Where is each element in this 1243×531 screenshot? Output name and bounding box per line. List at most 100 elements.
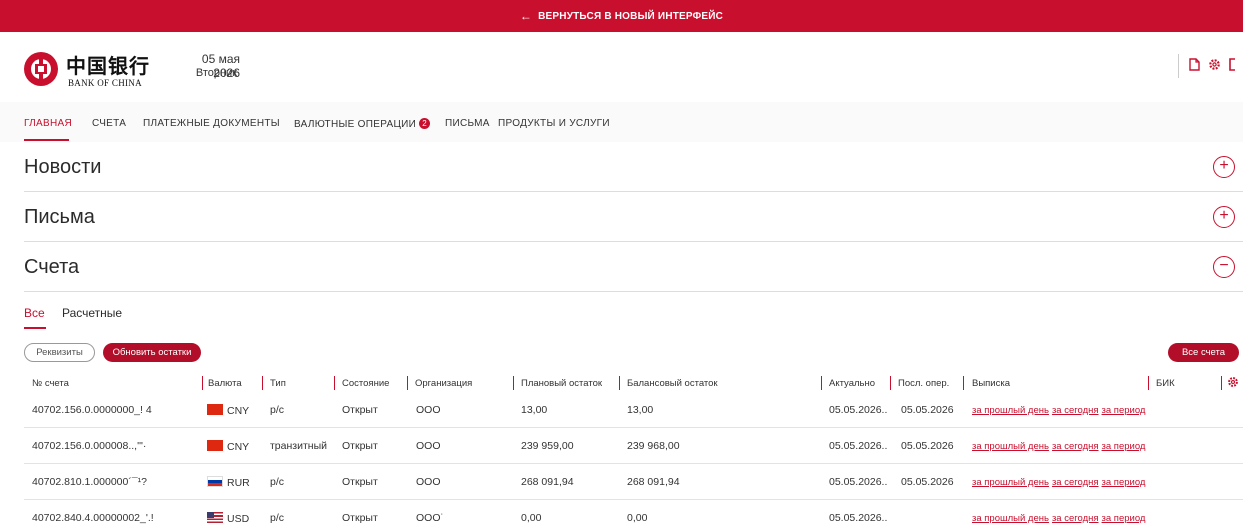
statement-prev-day-link[interactable]: за прошлый день — [972, 405, 1049, 416]
account-number[interactable]: 40702.156.0.000008..,'"· — [32, 440, 146, 452]
collapse-minus-icon[interactable]: − — [1213, 256, 1235, 278]
table-row[interactable]: 40702.810.1.000000´¯¹? RUR р/с Открыт ОО… — [24, 464, 1243, 500]
col-last-operation[interactable]: Посл. опер. — [898, 378, 949, 389]
statement-period-link[interactable]: за период — [1102, 477, 1146, 488]
statement-prev-day-link[interactable]: за прошлый день — [972, 513, 1049, 524]
account-number[interactable]: 40702.840.4.00000002_'.! — [32, 512, 154, 524]
gear-icon[interactable] — [1208, 58, 1221, 74]
currency-cell: CNY — [207, 404, 249, 417]
tab-settlement[interactable]: Расчетные — [62, 306, 122, 320]
status-cell: Открыт — [342, 440, 378, 452]
col-organization[interactable]: Организация — [415, 378, 472, 389]
china-flag-icon — [207, 404, 223, 415]
nav-item-letters[interactable]: ПИСЬМА — [445, 118, 490, 129]
back-to-new-interface-label: ВЕРНУТЬСЯ В НОВЫЙ ИНТЕРФЕЙС — [538, 10, 724, 22]
section-letters[interactable]: Письма + — [24, 192, 1243, 242]
account-number[interactable]: 40702.810.1.000000´¯¹? — [32, 476, 147, 488]
col-statement[interactable]: Выписка — [972, 378, 1010, 389]
expand-plus-icon[interactable]: + — [1213, 206, 1235, 228]
status-cell: Открыт — [342, 404, 378, 416]
statement-today-link[interactable]: за сегодня — [1052, 477, 1099, 488]
type-cell: р/с — [270, 512, 285, 524]
actual-date-cell: 05.05.2026.. — [829, 404, 888, 416]
statement-period-link[interactable]: за период — [1102, 441, 1146, 452]
table-settings-gear-icon[interactable] — [1227, 376, 1239, 391]
nav-item-products-services[interactable]: ПРОДУКТЫ И УСЛУГИ — [498, 118, 610, 129]
organization-cell: ООО˙ — [416, 512, 444, 524]
col-status[interactable]: Состояние — [342, 378, 389, 389]
planned-balance-cell: 239 959,00 — [521, 440, 574, 452]
nav-item-currency-operations[interactable]: ВАЛЮТНЫЕ ОПЕРАЦИИ 2 — [294, 118, 431, 130]
expand-plus-icon[interactable]: + — [1213, 156, 1235, 178]
nav-item-accounts[interactable]: СЧЕТА — [92, 118, 126, 129]
last-operation-cell: 05.05.2026 — [901, 476, 954, 488]
col-account-number[interactable]: № счета — [32, 378, 69, 389]
col-currency[interactable]: Валюта — [208, 378, 242, 389]
book-balance-cell: 268 091,94 — [627, 476, 680, 488]
col-bik[interactable]: БИК — [1156, 378, 1175, 389]
active-nav-underline — [24, 139, 69, 141]
header: 中国银行 BANK OF CHINA 05 мая 2026 Вторник — [0, 32, 1243, 102]
currency-cell: RUR — [207, 476, 250, 489]
table-row[interactable]: 40702.156.0.0000000_! 4 CNY р/с Открыт О… — [24, 392, 1243, 428]
statement-links: за прошлый день за сегодня за период — [972, 512, 1148, 524]
document-icon[interactable] — [1189, 58, 1200, 74]
accounts-table-header: № счета Валюта Тип Состояние Организация… — [32, 376, 1243, 392]
statement-links: за прошлый день за сегодня за период — [972, 404, 1148, 416]
section-accounts-title: Счета — [24, 256, 80, 278]
all-accounts-button[interactable]: Все счета — [1168, 343, 1239, 362]
actual-date-cell: 05.05.2026.. — [829, 440, 888, 452]
organization-cell: ООО — [416, 404, 441, 416]
planned-balance-cell: 268 091,94 — [521, 476, 574, 488]
logo-chinese-text: 中国银行 — [66, 54, 150, 78]
organization-cell: ООО — [416, 440, 441, 452]
tab-all[interactable]: Все — [24, 306, 45, 320]
table-row[interactable]: 40702.840.4.00000002_'.! USD р/с Открыт … — [24, 500, 1243, 531]
statement-period-link[interactable]: за период — [1102, 513, 1146, 524]
account-number[interactable]: 40702.156.0.0000000_! 4 — [32, 404, 152, 416]
logo-english-text: BANK OF CHINA — [68, 78, 142, 88]
col-actual[interactable]: Актуально — [829, 378, 875, 389]
exit-icon[interactable] — [1229, 58, 1235, 74]
status-cell: Открыт — [342, 476, 378, 488]
details-button[interactable]: Реквизиты — [24, 343, 95, 362]
type-cell: р/с — [270, 404, 285, 416]
statement-today-link[interactable]: за сегодня — [1052, 405, 1099, 416]
refresh-balances-button[interactable]: Обновить остатки — [103, 343, 201, 362]
actual-date-cell: 05.05.2026.. — [829, 512, 888, 524]
organization-cell: ООО — [416, 476, 441, 488]
statement-period-link[interactable]: за период — [1102, 405, 1146, 416]
statement-links: за прошлый день за сегодня за период — [972, 440, 1148, 452]
statement-today-link[interactable]: за сегодня — [1052, 441, 1099, 452]
col-book-balance[interactable]: Балансовый остаток — [627, 378, 718, 389]
statement-prev-day-link[interactable]: за прошлый день — [972, 477, 1049, 488]
nav-item-payment-documents[interactable]: ПЛАТЕЖНЫЕ ДОКУМЕНТЫ — [143, 118, 280, 129]
book-balance-cell: 239 968,00 — [627, 440, 680, 452]
section-news[interactable]: Новости + — [24, 142, 1243, 192]
actual-date-cell: 05.05.2026.. — [829, 476, 888, 488]
notification-badge: 2 — [419, 118, 431, 129]
planned-balance-cell: 0,00 — [521, 512, 542, 524]
statement-links: за прошлый день за сегодня за период — [972, 476, 1148, 488]
section-news-title: Новости — [24, 156, 102, 178]
book-balance-cell: 13,00 — [627, 404, 654, 416]
col-planned-balance[interactable]: Плановый остаток — [521, 378, 602, 389]
main-navigation: ГЛАВНАЯ СЧЕТА ПЛАТЕЖНЫЕ ДОКУМЕНТЫ ВАЛЮТН… — [0, 102, 1243, 142]
arrow-left-icon: ← — [519, 9, 533, 23]
col-type[interactable]: Тип — [270, 378, 286, 389]
section-accounts[interactable]: Счета − — [24, 242, 1243, 292]
active-tab-underline — [24, 327, 46, 329]
bank-logo[interactable]: 中国银行 BANK OF CHINA — [24, 50, 174, 90]
last-operation-cell: 05.05.2026 — [901, 404, 954, 416]
china-flag-icon — [207, 440, 223, 451]
usa-flag-icon — [207, 512, 223, 523]
planned-balance-cell: 13,00 — [521, 404, 548, 416]
type-cell: р/с — [270, 476, 285, 488]
last-operation-cell: 05.05.2026 — [901, 440, 954, 452]
statement-today-link[interactable]: за сегодня — [1052, 513, 1099, 524]
statement-prev-day-link[interactable]: за прошлый день — [972, 441, 1049, 452]
nav-item-main[interactable]: ГЛАВНАЯ — [24, 118, 72, 129]
back-to-new-interface-bar[interactable]: ← ВЕРНУТЬСЯ В НОВЫЙ ИНТЕРФЕЙС — [0, 0, 1243, 32]
table-row[interactable]: 40702.156.0.000008..,'"· CNY транзитный … — [24, 428, 1243, 464]
current-weekday: Вторник — [195, 67, 237, 79]
